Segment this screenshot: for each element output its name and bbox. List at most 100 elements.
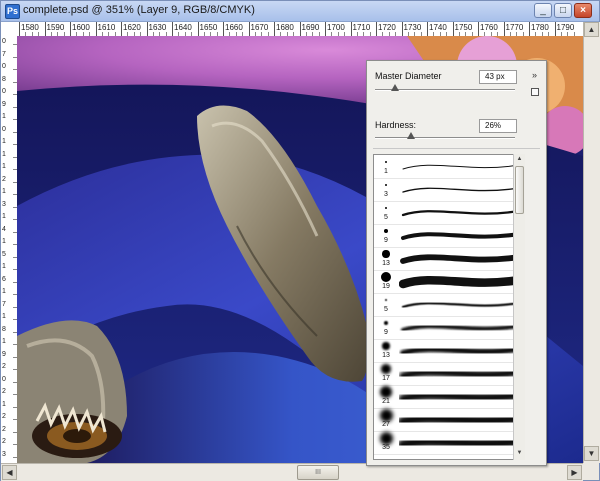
ruler-label: 1600 <box>72 23 90 32</box>
arrow-up-icon[interactable]: ▲ <box>584 22 599 37</box>
ruler-label: 0 <box>2 63 6 70</box>
ruler-label: 3 <box>2 450 6 458</box>
ruler-label: 2 <box>2 425 6 433</box>
brush-preset-item[interactable]: 19 <box>374 270 524 294</box>
ruler-label: 1620 <box>123 23 141 32</box>
hardness-slider[interactable] <box>375 137 515 139</box>
ruler-label: 1680 <box>276 23 294 32</box>
new-brush-preset-icon[interactable] <box>531 88 539 96</box>
brush-preset-item[interactable]: 27 <box>374 408 524 432</box>
ruler-label: 1770 <box>505 23 524 32</box>
ruler-label: 2 <box>2 363 6 370</box>
hardness-field[interactable]: 26% <box>479 119 517 133</box>
brush-preset-item[interactable]: 17 <box>374 362 524 386</box>
arrow-right-icon[interactable]: ▶ <box>567 465 582 480</box>
ruler-label: 1590 <box>46 23 65 32</box>
brush-tip-preview <box>384 206 388 210</box>
master-diameter-slider-knob[interactable] <box>390 84 399 91</box>
brush-size-label: 5 <box>384 214 388 221</box>
ruler-label: 1 <box>2 338 6 345</box>
close-button[interactable]: × <box>574 3 592 18</box>
panel-divider <box>373 148 540 149</box>
brush-stroke-preview <box>401 301 521 309</box>
brush-tip-preview <box>380 386 392 398</box>
brush-size-label: 27 <box>382 421 390 428</box>
horizontal-ruler[interactable]: 1580 1590 1600 1610 1620 1630 1640 1650 1660 1670… <box>17 22 583 37</box>
brush-preset-item[interactable]: 35 <box>374 431 524 455</box>
brush-stroke-preview <box>402 187 520 193</box>
brush-stroke-preview <box>399 368 523 380</box>
ruler-label: 1750 <box>454 23 473 32</box>
arrow-up-icon[interactable]: ▲ <box>514 154 525 164</box>
ruler-major-tick <box>452 22 454 36</box>
brush-stroke-preview <box>400 323 522 333</box>
document-window: Ps complete.psd @ 351% (Layer 9, RGB/8/C… <box>0 0 600 481</box>
ruler-label: 0 <box>2 38 6 45</box>
hardness-slider-knob[interactable] <box>407 132 416 139</box>
brush-tip-preview <box>379 408 393 422</box>
brush-size-label: 9 <box>384 329 388 336</box>
ruler-origin[interactable] <box>1 22 18 37</box>
ruler-major-tick <box>95 22 97 36</box>
ruler-label: 1 <box>2 138 6 145</box>
brush-stroke-preview <box>399 390 523 404</box>
ruler-label: 1 <box>2 213 6 220</box>
ruler-label: 0 <box>2 125 6 133</box>
brush-preset-item[interactable]: 5 <box>374 201 524 225</box>
vertical-scrollbar[interactable]: ▲ ▼ <box>583 22 600 463</box>
brush-stroke-preview <box>399 275 523 289</box>
brush-preset-list[interactable]: 1 3 5 9 13 19 5 9 13 17 21 27 35 <box>373 154 525 460</box>
brush-preset-item[interactable]: 21 <box>374 385 524 409</box>
arrow-down-icon[interactable]: ▼ <box>514 448 525 458</box>
brush-preset-item[interactable]: 1 <box>374 155 524 179</box>
window-title: complete.psd @ 351% (Layer 9, RGB/8/CMYK… <box>23 4 255 16</box>
ruler-label: 9 <box>2 100 6 108</box>
ruler-major-tick <box>529 22 530 36</box>
ruler-label: 2 <box>2 388 6 395</box>
brush-preset-item[interactable]: 9 <box>374 224 524 248</box>
brush-size-label: 1 <box>384 168 388 175</box>
brush-preset-item[interactable]: 9 <box>374 316 524 340</box>
brush-size-label: 5 <box>384 306 388 313</box>
ruler-major-tick <box>19 22 20 36</box>
ruler-major-tick <box>197 22 199 36</box>
brush-size-label: 9 <box>384 237 388 244</box>
brush-tip-preview <box>379 431 393 445</box>
brush-list-scrollbar[interactable]: ▲ ▼ <box>513 154 525 460</box>
minimize-button[interactable]: _ <box>534 3 552 18</box>
brush-stroke-preview <box>399 412 523 428</box>
ruler-major-tick <box>427 22 428 36</box>
ruler-label: 1 <box>2 400 6 408</box>
brush-tip-preview <box>385 184 387 186</box>
hardness-label: Hardness: <box>375 120 417 130</box>
maximize-button[interactable]: □ <box>554 3 572 18</box>
ruler-label: 1640 <box>174 23 192 32</box>
brush-preset-item[interactable]: 13 <box>374 339 524 363</box>
ruler-label: 0 <box>2 88 6 95</box>
brush-preset-item[interactable]: 13 <box>374 247 524 271</box>
resize-grip[interactable] <box>583 463 599 480</box>
ruler-major-tick <box>248 22 250 36</box>
ruler-label: 8 <box>2 325 6 333</box>
ruler-label: 3 <box>2 200 6 208</box>
arrow-down-icon[interactable]: ▼ <box>584 446 599 461</box>
brush-stroke-preview <box>402 164 520 170</box>
ruler-label: 1650 <box>199 23 218 32</box>
ruler-major-tick <box>376 22 377 36</box>
title-bar[interactable]: Ps complete.psd @ 351% (Layer 9, RGB/8/C… <box>1 1 599 22</box>
brush-list-scroll-thumb[interactable] <box>515 166 524 214</box>
ruler-major-tick <box>146 22 148 36</box>
ruler-label: 7 <box>2 50 6 58</box>
horizontal-scroll-thumb[interactable]: III <box>297 465 339 480</box>
master-diameter-field[interactable]: 43 px <box>479 70 517 84</box>
ruler-label: 6 <box>2 275 6 283</box>
arrow-left-icon[interactable]: ◀ <box>2 465 17 480</box>
vertical-ruler[interactable]: 0 7 0 8 0 9 1 0 1 1 1 2 1 3 1 4 1 5 1 6 1 7 1 8 1 9 2 0 2 1 2 2 2 3 <box>1 36 18 463</box>
brush-size-label: 13 <box>382 352 390 359</box>
ruler-label: 1 <box>2 113 6 120</box>
brush-preset-item[interactable]: 5 <box>374 293 524 317</box>
ruler-major-tick <box>299 22 301 36</box>
panel-menu-icon[interactable]: » <box>532 70 537 80</box>
brush-preset-item[interactable]: 3 <box>374 178 524 202</box>
ruler-label: 1580 <box>21 23 39 32</box>
